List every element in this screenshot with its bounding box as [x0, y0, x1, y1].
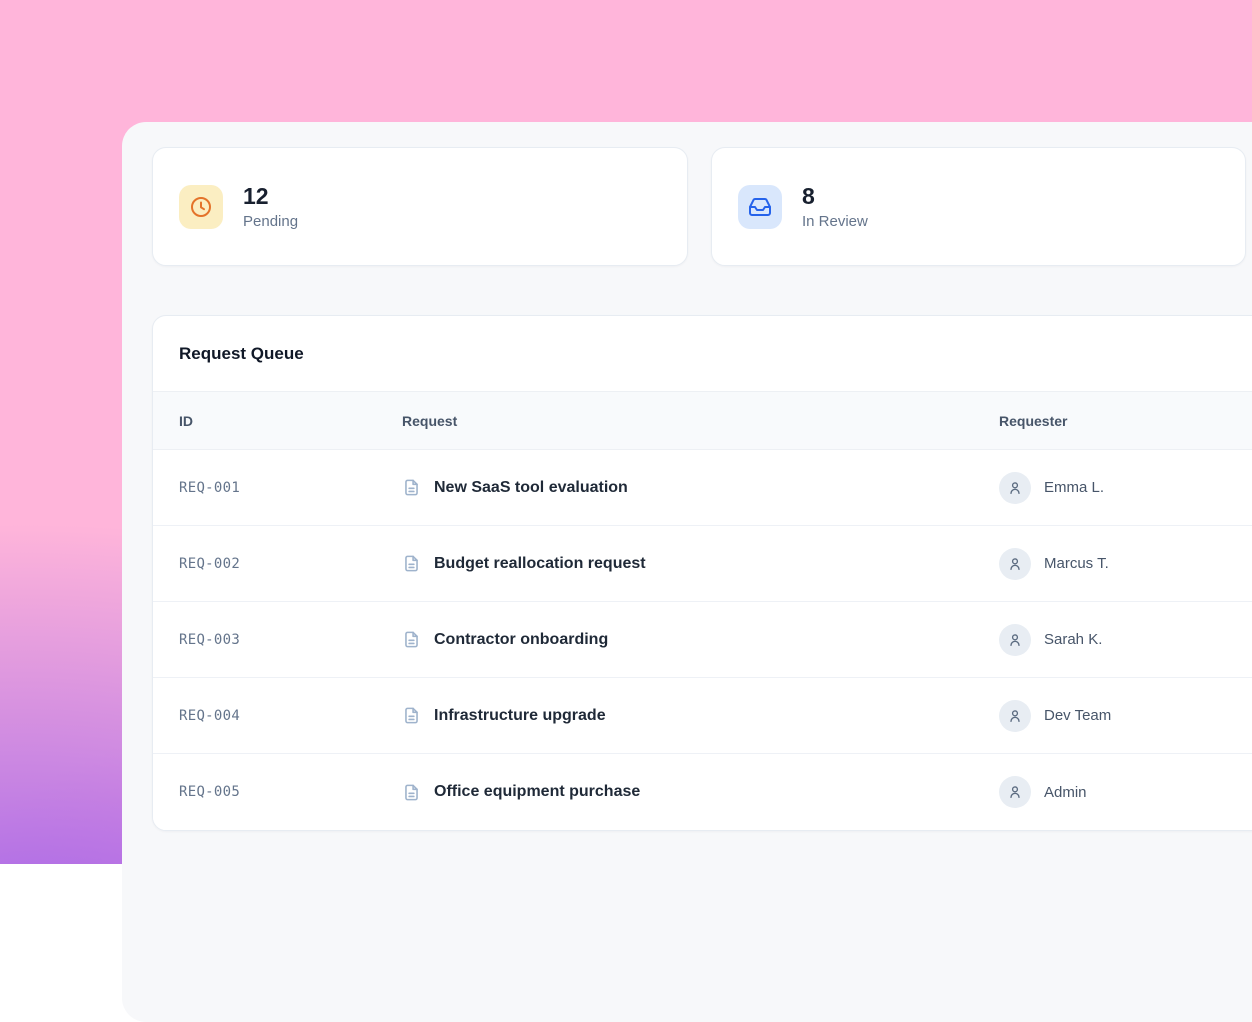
clock-icon	[179, 185, 223, 229]
requester-name: Sarah K.	[1044, 631, 1102, 648]
avatar	[999, 472, 1031, 504]
request-title: Office equipment purchase	[434, 783, 640, 801]
column-header-requester: Requester	[999, 413, 1252, 429]
table-row[interactable]: REQ-001 New SaaS tool evaluation Emma L.	[153, 450, 1252, 526]
document-icon	[402, 478, 421, 497]
stat-text: 8 In Review	[802, 183, 868, 229]
avatar	[999, 700, 1031, 732]
stat-card-pending: 12 Pending	[152, 147, 688, 266]
table-row[interactable]: REQ-003 Contractor onboarding Sarah K.	[153, 602, 1252, 678]
column-header-request: Request	[402, 413, 999, 429]
main-panel: 12 Pending 8 In Review Request Queue ID …	[122, 122, 1252, 1022]
stat-value-pending: 12	[243, 183, 298, 209]
document-icon	[402, 630, 421, 649]
request-id: REQ-005	[153, 784, 402, 800]
request-title: Contractor onboarding	[434, 631, 608, 649]
request-title: New SaaS tool evaluation	[434, 479, 628, 497]
table-row[interactable]: REQ-004 Infrastructure upgrade Dev Team	[153, 678, 1252, 754]
request-id: REQ-002	[153, 556, 402, 572]
stat-value-in-review: 8	[802, 183, 868, 209]
table-row[interactable]: REQ-005 Office equipment purchase Admin	[153, 754, 1252, 830]
inbox-icon	[738, 185, 782, 229]
document-icon	[402, 783, 421, 802]
stat-card-in-review: 8 In Review	[711, 147, 1246, 266]
column-header-id: ID	[153, 413, 402, 429]
avatar	[999, 624, 1031, 656]
request-queue-title: Request Queue	[153, 316, 1252, 391]
document-icon	[402, 706, 421, 725]
avatar	[999, 776, 1031, 808]
document-icon	[402, 554, 421, 573]
request-title: Budget reallocation request	[434, 555, 646, 573]
request-id: REQ-003	[153, 632, 402, 648]
request-id: REQ-004	[153, 708, 402, 724]
requester-name: Marcus T.	[1044, 555, 1109, 572]
requester-name: Emma L.	[1044, 479, 1104, 496]
stat-label-in-review: In Review	[802, 213, 868, 230]
request-queue-card: Request Queue ID Request Requester REQ-0…	[152, 315, 1252, 831]
requester-name: Dev Team	[1044, 707, 1111, 724]
table-row[interactable]: REQ-002 Budget reallocation request Marc…	[153, 526, 1252, 602]
request-id: REQ-001	[153, 480, 402, 496]
request-title: Infrastructure upgrade	[434, 707, 606, 725]
stats-row: 12 Pending 8 In Review	[152, 147, 1246, 266]
avatar	[999, 548, 1031, 580]
stat-label-pending: Pending	[243, 213, 298, 230]
requester-name: Admin	[1044, 784, 1087, 801]
stat-text: 12 Pending	[243, 183, 298, 229]
table-header-row: ID Request Requester	[153, 391, 1252, 450]
